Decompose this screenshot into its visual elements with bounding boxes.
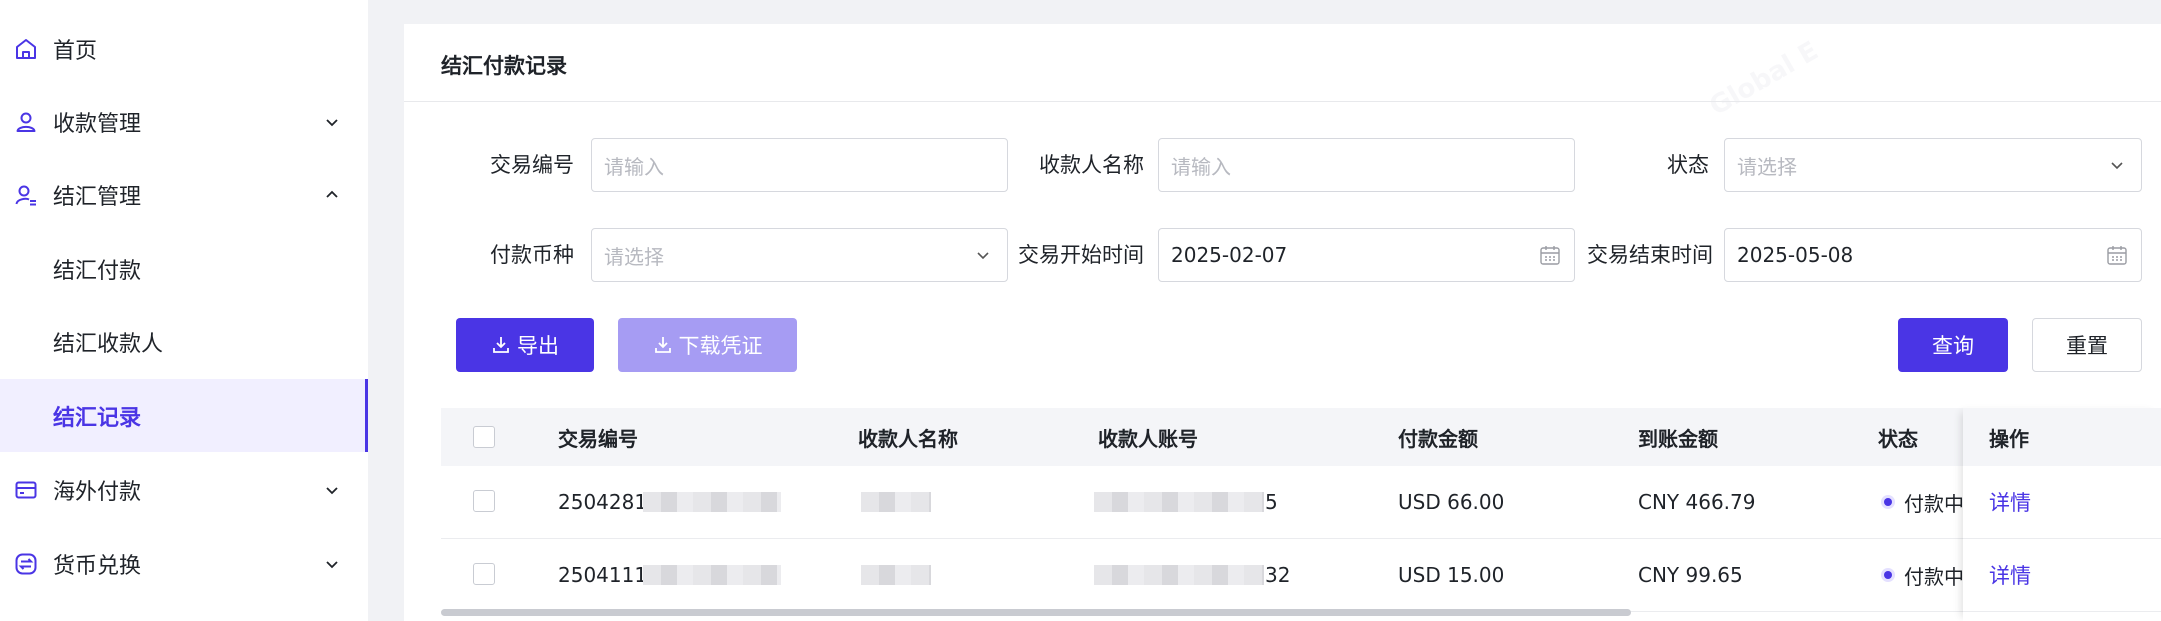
status-select[interactable]: 请选择 xyxy=(1724,138,2142,192)
user-list-icon xyxy=(13,182,39,208)
cell-received-amount: CNY 466.79 xyxy=(1638,490,1756,514)
table-header: 交易编号 收款人名称 收款人账号 付款金额 到账金额 状态 xyxy=(441,408,2161,466)
payee-name-placeholder: 请输入 xyxy=(1171,154,1231,179)
reset-button-label: 重置 xyxy=(2066,334,2108,358)
chevron-down-icon xyxy=(971,243,995,267)
txn-no-input[interactable]: 请输入 xyxy=(591,138,1008,192)
sidebar-item-label: 收款管理 xyxy=(53,111,142,137)
column-header-received-amount: 到账金额 xyxy=(1638,426,1718,451)
start-time-label: 交易开始时间 xyxy=(1018,243,1144,267)
masked-payee-name xyxy=(861,565,931,585)
table-row: 2504111 32 USD 15.00 CNY 99.65 付款中 xyxy=(441,539,2161,612)
cell-pay-amount: USD 15.00 xyxy=(1398,563,1505,587)
divider xyxy=(404,101,2161,102)
query-button-label: 查询 xyxy=(1932,334,1974,358)
watermark: Global E xyxy=(1704,36,1824,122)
page-title: 结汇付款记录 xyxy=(441,54,567,78)
chevron-down-icon xyxy=(322,112,342,132)
currency-label: 付款币种 xyxy=(490,243,574,267)
txn-no-label: 交易编号 xyxy=(490,153,574,177)
column-header-status: 状态 xyxy=(1878,426,1918,451)
sidebar-subitem-settlement-payment[interactable]: 结汇付款 xyxy=(0,232,368,305)
exchange-icon xyxy=(13,551,39,577)
currency-select[interactable]: 请选择 xyxy=(591,228,1008,282)
operation-column: 操作 详情 详情 xyxy=(1963,408,2161,621)
sidebar-item-home[interactable]: 首页 xyxy=(0,12,368,85)
status-label: 状态 xyxy=(1667,153,1709,177)
sidebar: 首页 收款管理 结汇管理 结汇付款 结汇收款人 结汇记录 海外付款 货币兑换 xyxy=(0,0,368,621)
cell-pay-amount: USD 66.00 xyxy=(1398,490,1505,514)
download-voucher-button[interactable]: 下载凭证 xyxy=(618,318,797,372)
detail-link[interactable]: 详情 xyxy=(1963,539,2161,612)
end-time-label: 交易结束时间 xyxy=(1587,243,1713,267)
card-icon xyxy=(13,477,39,503)
user-icon xyxy=(13,109,39,135)
export-button-label: 导出 xyxy=(517,334,559,358)
sidebar-subitem-label: 结汇付款 xyxy=(53,258,142,284)
payee-name-label: 收款人名称 xyxy=(1039,153,1144,177)
sidebar-item-collection[interactable]: 收款管理 xyxy=(0,85,368,158)
download-icon xyxy=(491,335,511,355)
chevron-up-icon xyxy=(322,185,342,205)
cell-txn-no: 2504111 xyxy=(558,563,648,587)
payee-name-input[interactable]: 请输入 xyxy=(1158,138,1575,192)
sidebar-item-label: 首页 xyxy=(53,38,98,64)
status-text: 付款中 xyxy=(1904,564,1964,589)
detail-link[interactable]: 详情 xyxy=(1963,466,2161,539)
status-placeholder: 请选择 xyxy=(1737,154,1797,179)
currency-placeholder: 请选择 xyxy=(604,244,664,269)
sidebar-subitem-label: 结汇记录 xyxy=(53,405,142,431)
end-date-picker[interactable]: 2025-05-08 xyxy=(1724,228,2142,282)
sidebar-item-settlement[interactable]: 结汇管理 xyxy=(0,158,368,231)
column-header-payee-account: 收款人账号 xyxy=(1098,426,1198,451)
status-dot xyxy=(1884,498,1892,506)
txn-no-placeholder: 请输入 xyxy=(604,154,664,179)
chevron-down-icon xyxy=(322,554,342,574)
cell-status: 付款中 xyxy=(1884,466,1964,538)
status-dot xyxy=(1884,571,1892,579)
cell-received-amount: CNY 99.65 xyxy=(1638,563,1743,587)
row-checkbox[interactable] xyxy=(473,563,495,585)
masked-txn-no xyxy=(643,565,781,585)
table-row: 2504281 5 USD 66.00 CNY 466.79 付款中 xyxy=(441,466,2161,539)
chevron-down-icon xyxy=(2105,153,2129,177)
sidebar-item-currency-exchange[interactable]: 货币兑换 xyxy=(0,527,368,600)
sidebar-subitem-settlement-payee[interactable]: 结汇收款人 xyxy=(0,305,368,378)
sidebar-item-label: 货币兑换 xyxy=(53,553,142,579)
download-icon xyxy=(653,335,673,355)
select-all-checkbox[interactable] xyxy=(473,426,495,448)
export-button[interactable]: 导出 xyxy=(456,318,594,372)
column-header-pay-amount: 付款金额 xyxy=(1398,426,1478,451)
end-date-value: 2025-05-08 xyxy=(1737,243,1854,267)
download-voucher-button-label: 下载凭证 xyxy=(678,334,763,358)
query-button[interactable]: 查询 xyxy=(1898,318,2008,372)
start-date-value: 2025-02-07 xyxy=(1171,243,1288,267)
status-text: 付款中 xyxy=(1904,491,1964,516)
column-header-txn-no: 交易编号 xyxy=(558,426,638,451)
records-card: 结汇付款记录 Global E 交易编号 请输入 收款人名称 请输入 状态 请选… xyxy=(404,24,2161,621)
masked-payee-name xyxy=(861,492,931,512)
calendar-icon xyxy=(2105,243,2129,267)
sidebar-item-label: 结汇管理 xyxy=(53,184,142,210)
chevron-down-icon xyxy=(322,480,342,500)
cell-status: 付款中 xyxy=(1884,539,1964,611)
cell-account-tail: 5 xyxy=(1265,490,1278,514)
sidebar-item-label: 海外付款 xyxy=(53,479,142,505)
sidebar-item-overseas-payment[interactable]: 海外付款 xyxy=(0,453,368,526)
sidebar-subitem-label: 结汇收款人 xyxy=(53,331,164,357)
column-header-operation: 操作 xyxy=(1963,408,2161,466)
masked-account xyxy=(1094,492,1264,512)
horizontal-scrollbar[interactable] xyxy=(441,609,1631,616)
home-icon xyxy=(13,36,39,62)
masked-txn-no xyxy=(643,492,781,512)
row-checkbox[interactable] xyxy=(473,490,495,512)
masked-account xyxy=(1094,565,1264,585)
reset-button[interactable]: 重置 xyxy=(2032,318,2142,372)
start-date-picker[interactable]: 2025-02-07 xyxy=(1158,228,1575,282)
sidebar-subitem-settlement-records[interactable]: 结汇记录 xyxy=(0,379,368,452)
cell-account-tail: 32 xyxy=(1265,563,1291,587)
cell-txn-no: 2504281 xyxy=(558,490,648,514)
column-header-payee-name: 收款人名称 xyxy=(858,426,958,451)
calendar-icon xyxy=(1538,243,1562,267)
